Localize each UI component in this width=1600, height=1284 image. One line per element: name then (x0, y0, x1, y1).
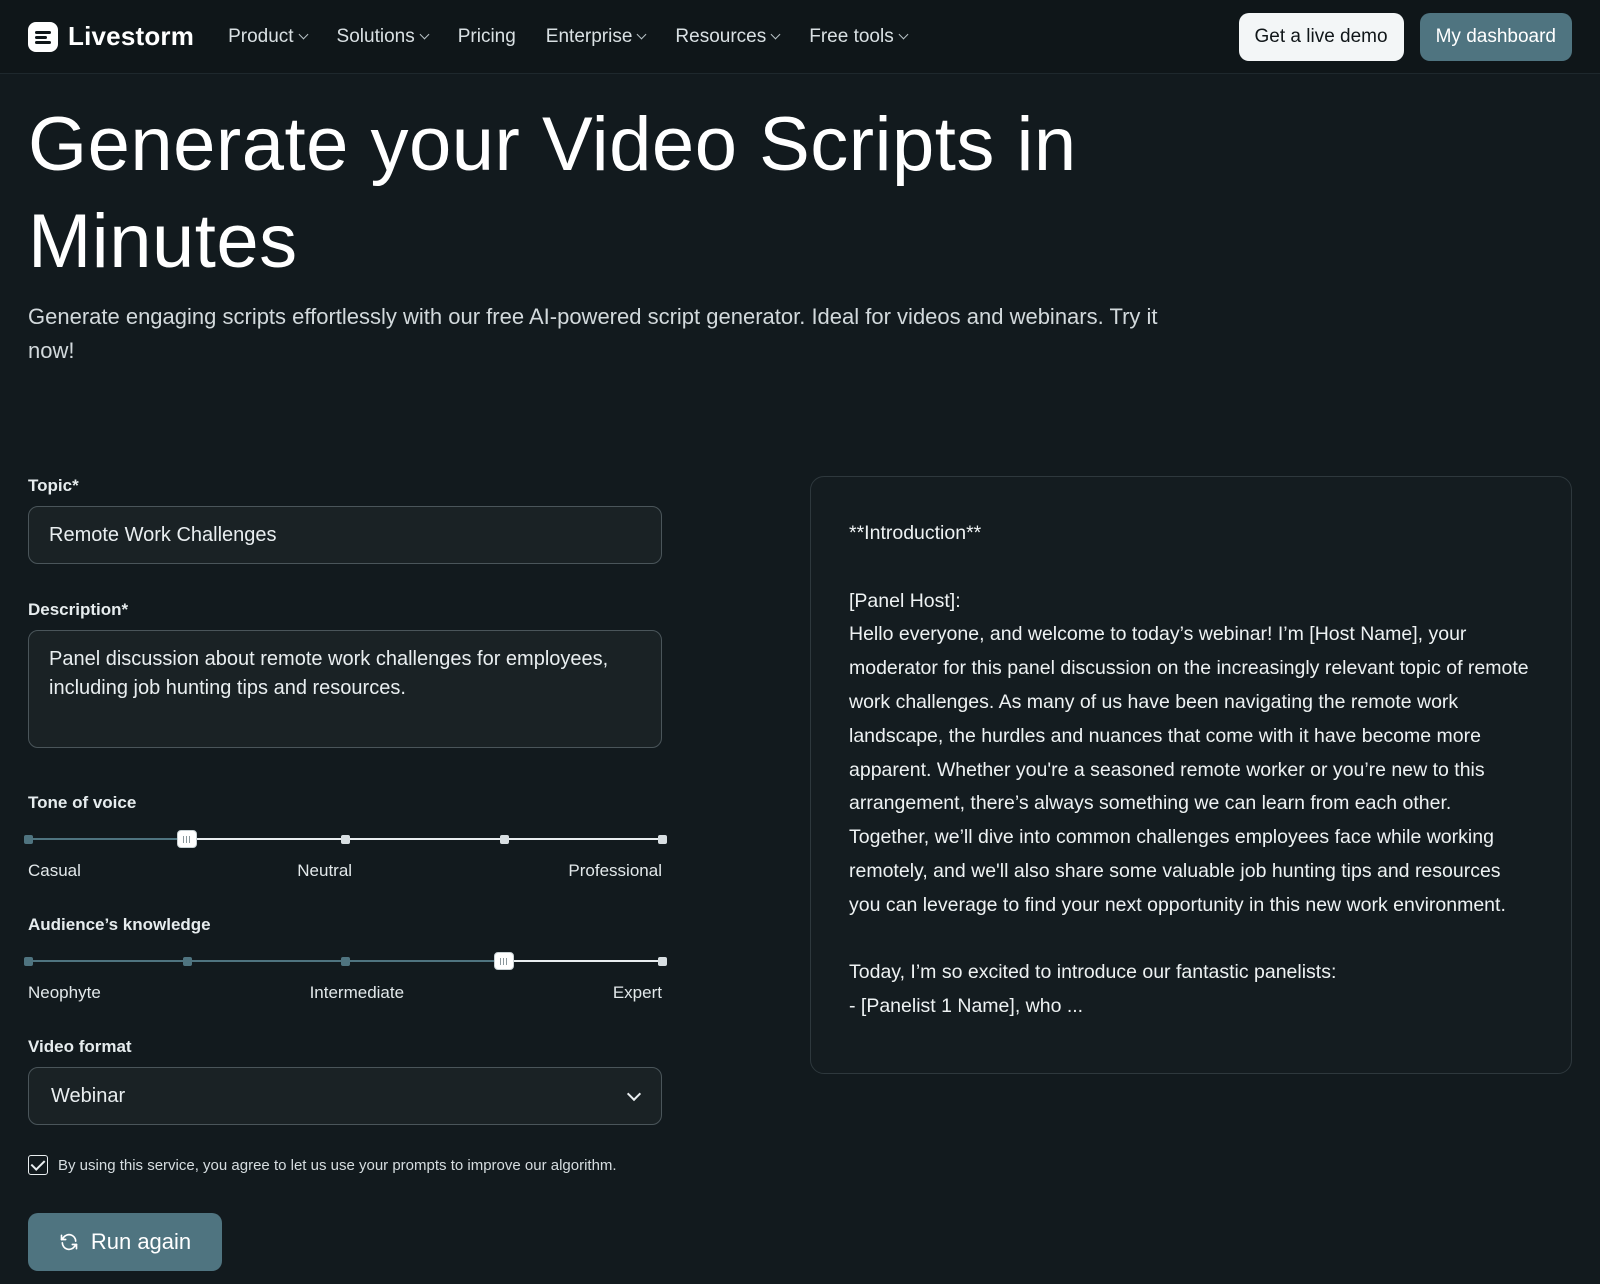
page-title: Generate your Video Scripts in Minutes (28, 102, 1077, 284)
description-input[interactable]: Panel discussion about remote work chall… (28, 630, 662, 748)
slider-fill (28, 960, 504, 962)
chevron-down-icon (770, 29, 781, 40)
consent-text: By using this service, you agree to let … (58, 1156, 617, 1174)
nav-item-resources[interactable]: Resources (675, 25, 781, 48)
nav-item-label: Solutions (336, 25, 415, 47)
audience-label: Audience’s knowledge (28, 915, 211, 934)
my-dashboard-button[interactable]: My dashboard (1419, 12, 1572, 61)
top-navigation: Livestorm Product Solutions Pricing Ente… (0, 0, 1600, 74)
tone-mid-label: Neutral (297, 861, 353, 880)
consent-checkbox[interactable] (28, 1155, 48, 1175)
video-format-label: Video format (28, 1037, 132, 1056)
nav-item-product[interactable]: Product (228, 25, 308, 48)
description-label: Description* (28, 600, 129, 619)
video-format-value: Webinar (51, 1084, 126, 1107)
chevron-down-icon (636, 29, 647, 40)
topic-label: Topic* (28, 476, 79, 495)
nav-links: Product Solutions Pricing Enterprise Res… (228, 25, 909, 48)
slider-step-marker[interactable] (341, 835, 350, 844)
slider-step-marker[interactable] (499, 835, 509, 844)
video-format-select[interactable]: Webinar (28, 1067, 662, 1125)
nav-item-enterprise[interactable]: Enterprise (545, 25, 647, 48)
slider-step-marker[interactable] (658, 835, 667, 844)
brand-logo[interactable]: Livestorm (28, 21, 194, 52)
nav-item-label: Free tools (809, 25, 894, 47)
audience-knowledge-field: Audience’s knowledge Neophyte Intermedia… (24, 915, 667, 1003)
livestorm-logo-icon (28, 21, 58, 52)
slider-handle[interactable] (176, 830, 197, 848)
nav-item-label: Product (228, 25, 294, 47)
refresh-icon (60, 1233, 78, 1251)
tone-min-label: Casual (28, 861, 81, 880)
slider-step-marker[interactable] (24, 835, 33, 844)
audience-scale-labels: Neophyte Intermediate Expert (28, 983, 662, 1003)
slider-handle[interactable] (493, 952, 514, 970)
get-live-demo-button[interactable]: Get a live demo (1238, 12, 1404, 61)
video-format-field: Video format Webinar (28, 1037, 662, 1125)
tone-of-voice-field: Tone of voice Casual Neutral Professiona… (24, 793, 667, 881)
page-subtitle: Generate engaging scripts effortlessly w… (28, 304, 1158, 363)
audience-slider[interactable] (24, 949, 667, 973)
tone-scale-labels: Casual Neutral Professional (28, 861, 662, 881)
nav-item-label: Pricing (457, 25, 516, 47)
audience-mid-label: Intermediate (309, 983, 405, 1002)
audience-max-label: Expert (612, 983, 662, 1002)
nav-item-free-tools[interactable]: Free tools (809, 25, 909, 48)
generated-script-text[interactable]: **Introduction** [Panel Host]: Hello eve… (849, 517, 1533, 1037)
tone-slider[interactable] (24, 827, 667, 851)
slider-fill (28, 838, 187, 840)
slider-step-marker[interactable] (24, 957, 33, 966)
nav-item-pricing[interactable]: Pricing (458, 26, 516, 48)
audience-min-label: Neophyte (28, 983, 101, 1002)
chevron-down-icon (419, 29, 430, 40)
nav-item-label: Resources (675, 25, 767, 47)
topic-field: Topic* (28, 476, 662, 564)
slider-step-marker[interactable] (182, 957, 192, 966)
slider-step-marker[interactable] (341, 957, 350, 966)
nav-actions: Get a live demo My dashboard (1238, 12, 1572, 61)
description-field: Description* Panel discussion about remo… (28, 600, 662, 753)
topic-input[interactable] (28, 506, 662, 564)
nav-item-solutions[interactable]: Solutions (336, 25, 430, 48)
chevron-down-icon (898, 29, 909, 40)
nav-item-label: Enterprise (545, 25, 633, 47)
consent-row: By using this service, you agree to let … (28, 1155, 662, 1175)
generated-script-panel: **Introduction** [Panel Host]: Hello eve… (810, 476, 1572, 1074)
chevron-down-icon (298, 29, 308, 40)
run-again-button[interactable]: Run again (28, 1213, 222, 1271)
run-again-label: Run again (90, 1229, 192, 1254)
chevron-down-icon (626, 1086, 642, 1102)
brand-name: Livestorm (68, 21, 195, 51)
script-generator-form: Topic* Description* Panel discussion abo… (24, 476, 667, 1271)
tone-label: Tone of voice (28, 793, 137, 812)
slider-step-marker[interactable] (658, 957, 667, 966)
tone-max-label: Professional (568, 861, 662, 880)
